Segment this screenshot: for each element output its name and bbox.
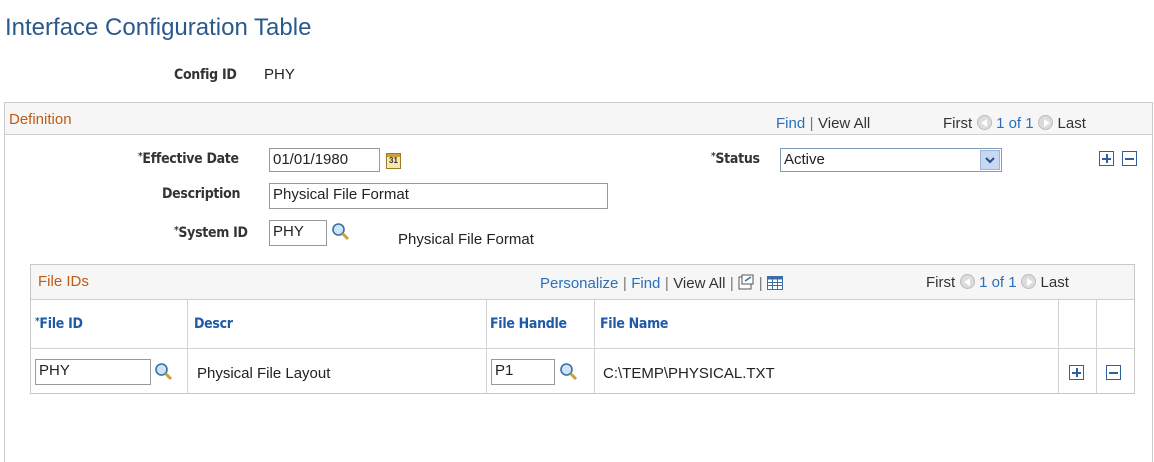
file-ids-first-link[interactable]: First — [926, 274, 955, 291]
separator: | — [664, 275, 669, 292]
file-ids-range: 1 of 1 — [979, 274, 1017, 291]
status-value: Active — [784, 151, 825, 168]
status-select[interactable]: Active — [780, 148, 1002, 172]
definition-title: Definition — [9, 111, 72, 128]
new-window-icon[interactable] — [738, 274, 754, 290]
file-ids-find-link[interactable]: Find — [631, 275, 660, 292]
column-divider — [486, 300, 487, 393]
search-icon[interactable] — [154, 362, 173, 381]
column-file-id: *File ID — [35, 316, 83, 332]
next-icon[interactable] — [1021, 274, 1037, 289]
column-divider — [594, 300, 595, 393]
search-icon[interactable] — [331, 222, 350, 241]
effective-date-label: *Effective Date — [138, 151, 239, 167]
file-ids-view-all-link[interactable]: View All — [673, 275, 725, 292]
personalize-link[interactable]: Personalize — [540, 275, 618, 292]
header-divider — [31, 348, 1134, 349]
config-id-label: Config ID — [174, 67, 237, 83]
file-name: C:\TEMP\PHYSICAL.TXT — [603, 365, 775, 382]
effective-date-field[interactable]: 01/01/1980 — [269, 148, 380, 172]
chevron-down-icon[interactable] — [980, 150, 1000, 170]
definition-nav: Find | View All — [776, 115, 870, 133]
separator: | — [758, 275, 763, 292]
column-descr: Descr — [194, 316, 233, 332]
delete-row-button[interactable] — [1122, 151, 1137, 166]
config-id-value: PHY — [264, 66, 295, 83]
definition-pager: First 1 of 1 Last — [943, 115, 1086, 133]
next-icon[interactable] — [1038, 115, 1054, 130]
definition-range: 1 of 1 — [996, 115, 1034, 132]
column-file-handle: File Handle — [490, 316, 567, 332]
search-icon[interactable] — [559, 362, 578, 381]
page-title: Interface Configuration Table — [5, 14, 312, 41]
separator: | — [809, 115, 814, 132]
description-label: Description — [162, 186, 241, 202]
file-ids-title: File IDs — [38, 273, 89, 290]
file-handle-field[interactable]: P1 — [491, 359, 555, 385]
add-row-button[interactable] — [1069, 365, 1084, 380]
previous-icon[interactable] — [976, 115, 992, 130]
column-divider — [1058, 300, 1059, 393]
file-descr: Physical File Layout — [197, 365, 331, 382]
file-ids-nav: Personalize | Find | View All | | — [540, 274, 784, 293]
system-id-description: Physical File Format — [398, 231, 534, 248]
download-grid-icon[interactable] — [767, 276, 784, 290]
column-divider — [1096, 300, 1097, 393]
file-id-field[interactable]: PHY — [35, 359, 151, 385]
file-ids-last-link[interactable]: Last — [1041, 274, 1069, 291]
separator: | — [729, 275, 734, 292]
description-field[interactable]: Physical File Format — [269, 183, 608, 209]
system-id-label: *System ID — [174, 225, 248, 241]
column-divider — [187, 300, 188, 393]
previous-icon[interactable] — [959, 274, 975, 289]
calendar-icon[interactable]: 31 — [386, 153, 401, 169]
separator: | — [622, 275, 627, 292]
file-ids-pager: First 1 of 1 Last — [926, 274, 1069, 292]
definition-first-link[interactable]: First — [943, 115, 972, 132]
status-label: *Status — [711, 151, 760, 167]
system-id-field[interactable]: PHY — [269, 220, 327, 246]
definition-find-link[interactable]: Find — [776, 115, 805, 132]
add-row-button[interactable] — [1099, 151, 1114, 166]
column-file-name: File Name — [600, 316, 669, 332]
definition-view-all-link[interactable]: View All — [818, 115, 870, 132]
definition-last-link[interactable]: Last — [1058, 115, 1086, 132]
delete-row-button[interactable] — [1106, 365, 1121, 380]
